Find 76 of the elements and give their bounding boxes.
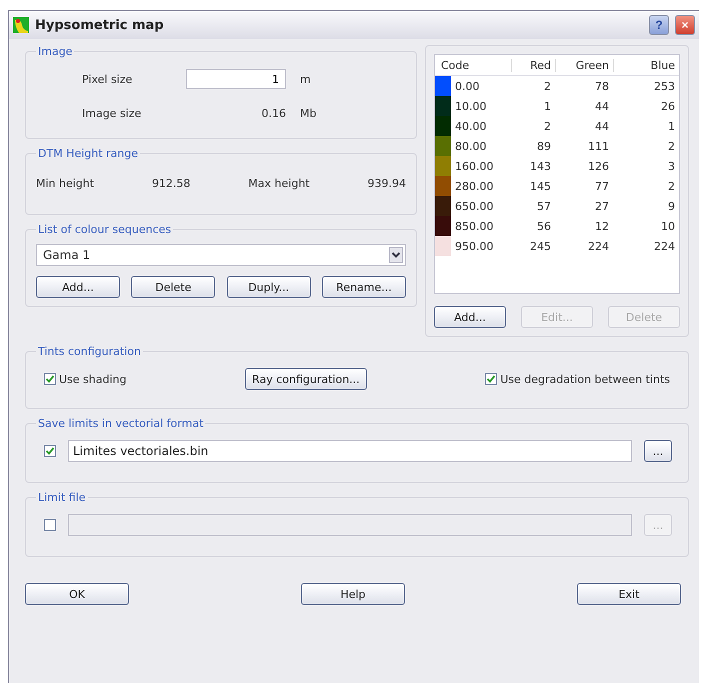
- table-cell-text: 280.00: [454, 180, 494, 192]
- max-height-value: 939.94: [367, 176, 406, 190]
- column-header[interactable]: Green: [555, 58, 613, 72]
- table-cell-text: 253: [653, 80, 676, 92]
- table-cell-text: 2: [667, 180, 676, 192]
- table-cell-text: 145: [529, 180, 552, 192]
- table-cell-text: 160.00: [454, 160, 494, 172]
- table-cell-text: 89: [536, 140, 552, 152]
- column-header[interactable]: Code: [435, 58, 511, 72]
- table-cell-text: 80.00: [454, 140, 488, 152]
- file-path-field[interactable]: Limites vectoriales.bin: [68, 440, 632, 462]
- table-cell-text: 245: [529, 240, 552, 252]
- field-label: Min height: [36, 176, 94, 190]
- group-title: DTM Height range: [37, 147, 140, 160]
- table-cell-text: 3: [667, 160, 676, 172]
- checkbox[interactable]: [44, 373, 56, 385]
- table-cell-text: 2: [543, 80, 552, 92]
- table-cell-text: 950.00: [454, 240, 494, 252]
- group-title: Tints configuration: [37, 345, 142, 358]
- table-cell-text: 57: [536, 200, 552, 212]
- table-cell-text: 0.00: [454, 80, 480, 92]
- sequence-button[interactable]: Rename...: [322, 276, 406, 298]
- column-header[interactable]: Red: [511, 58, 555, 72]
- table-cell-text: 44: [594, 100, 610, 112]
- table-cell-text: 2: [543, 120, 552, 132]
- group-title: Limit file: [37, 491, 87, 504]
- table-cell-text: 1: [667, 120, 676, 132]
- table-cell-text: 224: [587, 240, 610, 252]
- dialog-button[interactable]: Help: [301, 583, 405, 605]
- sequence-dropdown[interactable]: Gama 1: [36, 244, 406, 266]
- field-label: Max height: [248, 176, 310, 190]
- browse-button[interactable]: ...: [644, 440, 672, 462]
- table-cell-text: 2: [667, 140, 676, 152]
- table-cell-text: 12: [594, 220, 610, 232]
- table-cell-text: 143: [529, 160, 552, 172]
- table-cell-text: 650.00: [454, 200, 494, 212]
- table-cell-text: 126: [587, 160, 610, 172]
- field-label: Pixel size: [82, 72, 134, 86]
- table-cell-text: 27: [594, 200, 610, 212]
- min-height-value: 912.58: [152, 176, 190, 190]
- table-cell-text: 10.00: [454, 100, 488, 112]
- table-cell-text: 850.00: [454, 220, 494, 232]
- table-cell-text: 44: [594, 120, 610, 132]
- ray-configuration-button[interactable]: Ray configuration...: [245, 368, 367, 390]
- table-cell-text: 40.00: [454, 120, 488, 132]
- sequence-button[interactable]: Delete: [131, 276, 216, 298]
- checkbox[interactable]: [485, 373, 498, 385]
- table-cell-text: 56: [536, 220, 552, 232]
- group-title: Image: [37, 45, 74, 58]
- table-cell-text: 111: [587, 140, 610, 152]
- sequence-button[interactable]: Duply...: [226, 276, 311, 298]
- group-title: Save limits in vectorial format: [37, 417, 204, 430]
- field-label: Image size: [82, 106, 142, 120]
- dialog-button[interactable]: Exit: [577, 583, 681, 605]
- sequence-button[interactable]: Add...: [36, 276, 120, 298]
- table-cell-text: 77: [594, 180, 610, 192]
- unit-label: m: [300, 72, 311, 86]
- dialog-button[interactable]: OK: [25, 583, 129, 605]
- image-size-value: 0.16: [260, 106, 286, 120]
- table-cell-text: 26: [660, 100, 676, 112]
- checkbox-label: Use shading: [59, 372, 126, 386]
- table-cell-text: 1: [543, 100, 552, 112]
- column-header[interactable]: Blue: [613, 58, 679, 72]
- table-cell-text: 78: [594, 80, 610, 92]
- checkbox[interactable]: [44, 445, 56, 457]
- help-button[interactable]: ?: [649, 15, 669, 35]
- window-title: Hypsometric map: [35, 18, 164, 32]
- unit-label: Mb: [300, 106, 316, 120]
- table-cell-text: 9: [667, 200, 676, 212]
- table-cell-text: 224: [653, 240, 676, 252]
- pixel-size-field[interactable]: 1: [186, 69, 286, 89]
- map-icon: [13, 17, 29, 33]
- table-button[interactable]: Add...: [434, 306, 506, 328]
- checkbox-label: Use degradation between tints: [500, 372, 670, 386]
- table-cell-text: 10: [660, 220, 676, 232]
- group-title: List of colour sequences: [37, 223, 172, 236]
